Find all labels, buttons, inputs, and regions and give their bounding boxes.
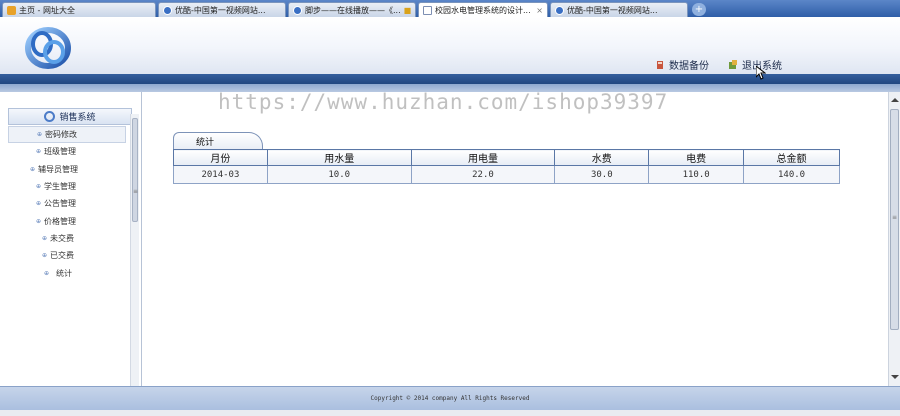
main-scrollbar[interactable]: ≡: [888, 92, 900, 386]
browser-tab-label: 主页 - 网址大全: [19, 5, 75, 15]
browser-tab-strip: 主页 - 网址大全 优酷-中国第一视频网站... 脚步——在线播放——《... …: [0, 0, 900, 17]
sidebar-item-label: 统计: [56, 268, 73, 278]
sidebar-item-price-management[interactable]: ⊕ 价格管理: [8, 212, 126, 229]
bullet-icon: ⊕: [36, 183, 42, 191]
watermark: https://www.huzhan.com/ishop39397: [218, 90, 669, 114]
column-header-month: 月份: [173, 149, 268, 166]
scroll-down-icon[interactable]: [891, 375, 899, 379]
sidebar-menu: ⊕ 密码修改 ⊕ 班级管理 ⊕ 辅导员管理 ⊕ 学生管理 ⊕ 公告管理 ⊕ 价格…: [8, 126, 126, 282]
sidebar-item-label: 辅导员管理: [38, 164, 79, 174]
video-icon: [293, 5, 302, 15]
new-tab-button[interactable]: +: [692, 3, 706, 16]
bullet-icon: ⊕: [37, 131, 43, 139]
bullet-icon: ⊕: [42, 252, 48, 260]
table-cell-electricity-usage: 22.0: [410, 165, 556, 184]
mouse-pointer-icon: [756, 66, 766, 80]
table-cell-total-amount: 140.0: [743, 165, 840, 184]
column-header-water-usage: 用水量: [266, 149, 412, 166]
table-cell-electricity-fee: 110.0: [648, 165, 745, 184]
home-icon: [7, 5, 16, 15]
table-cell-water-fee: 30.0: [554, 165, 650, 184]
sidebar-item-unpaid[interactable]: ⊕ 未交费: [8, 230, 126, 247]
tab-statistics-label: 统计: [196, 137, 215, 148]
close-tab-icon[interactable]: ×: [536, 6, 543, 15]
sidebar-title: 销售系统: [8, 108, 132, 125]
footer-copyright: Copyright © 2014 company All Rights Rese…: [370, 395, 530, 402]
sidebar-item-label: 已交费: [50, 251, 75, 261]
table-row: 2014-03 10.0 22.0 30.0 110.0 140.0: [173, 165, 840, 184]
browser-tab-home[interactable]: 主页 - 网址大全: [2, 2, 156, 17]
logout-button[interactable]: 退出系统: [728, 57, 782, 72]
database-icon: [657, 60, 663, 69]
search-icon: [44, 111, 56, 122]
sidebar-item-counselor-management[interactable]: ⊕ 辅导员管理: [8, 161, 126, 178]
browser-tab-current[interactable]: 校园水电管理系统的设计... ×: [418, 2, 548, 17]
grip-icon: ≡: [132, 188, 139, 195]
tab-statistics[interactable]: 统计: [173, 132, 263, 149]
browser-tab-label: 优酷-中国第一视频网站...: [175, 5, 266, 15]
sidebar-item-label: 班级管理: [44, 147, 77, 157]
bullet-icon: ⊕: [42, 234, 48, 242]
sidebar-item-label: 密码修改: [45, 130, 78, 140]
data-backup-label: 数据备份: [669, 61, 709, 72]
sidebar-item-paid[interactable]: ⊕ 已交费: [8, 247, 126, 264]
grip-icon: ≡: [891, 214, 898, 221]
sidebar-title-label: 销售系统: [59, 113, 96, 123]
sidebar: 销售系统 ⊕ 密码修改 ⊕ 班级管理 ⊕ 辅导员管理 ⊕ 学生管理 ⊕ 公告管理…: [0, 92, 142, 386]
browser-tab-label: 脚步——在线播放——《...: [305, 5, 401, 15]
bullet-icon: ⊕: [36, 148, 42, 156]
data-backup-button[interactable]: 数据备份: [655, 57, 709, 72]
column-header-water-fee: 水费: [554, 149, 650, 166]
video-icon: [555, 5, 564, 15]
sidebar-item-password-change[interactable]: ⊕ 密码修改: [8, 126, 126, 144]
bullet-icon: ⊕: [44, 269, 50, 277]
bullet-icon: ⊕: [36, 217, 42, 225]
sidebar-item-label: 未交费: [50, 233, 75, 243]
sidebar-item-notice-management[interactable]: ⊕ 公告管理: [8, 195, 126, 212]
bullet-icon: ⊕: [30, 165, 36, 173]
sidebar-scrollbar-thumb[interactable]: [132, 118, 138, 222]
table-header-row: 月份 用水量 用电量 水费 电费 总金额: [173, 149, 840, 166]
sidebar-item-statistics[interactable]: ⊕ 统计: [8, 264, 126, 281]
bullet-icon: ⊕: [36, 200, 42, 208]
sidebar-item-label: 价格管理: [44, 216, 77, 226]
folder-icon: ■: [403, 5, 412, 15]
sidebar-item-class-management[interactable]: ⊕ 班级管理: [8, 143, 126, 160]
main-content: 统计 月份 用水量 用电量 水费 电费 总金额 2014-03 10.0 22.…: [143, 92, 888, 386]
window-bottom-edge: [0, 410, 900, 416]
browser-tab-label: 优酷-中国第一视频网站...: [567, 5, 658, 15]
logo-icon: [25, 27, 71, 69]
statistics-table: 月份 用水量 用电量 水费 电费 总金额 2014-03 10.0 22.0 3…: [173, 149, 840, 184]
column-header-electricity-usage: 用电量: [410, 149, 556, 166]
browser-tab-label: 校园水电管理系统的设计...: [435, 5, 531, 15]
page-icon: [423, 5, 432, 15]
column-header-electricity-fee: 电费: [648, 149, 745, 166]
column-header-total-amount: 总金额: [743, 149, 840, 166]
table-cell-month: 2014-03: [173, 165, 268, 184]
sidebar-item-label: 学生管理: [44, 182, 77, 192]
browser-tab-jiaobu[interactable]: 脚步——在线播放——《... ■: [288, 2, 416, 17]
scroll-up-icon[interactable]: [891, 98, 899, 102]
browser-tab-youku[interactable]: 优酷-中国第一视频网站...: [158, 2, 286, 17]
sidebar-scrollbar[interactable]: ≡: [130, 114, 139, 386]
sidebar-item-student-management[interactable]: ⊕ 学生管理: [8, 178, 126, 195]
logout-icon: [729, 59, 737, 69]
browser-tab-youku-2[interactable]: 优酷-中国第一视频网站...: [550, 2, 688, 17]
table-cell-water-usage: 10.0: [266, 165, 412, 184]
video-icon: [163, 5, 172, 15]
footer: Copyright © 2014 company All Rights Rese…: [0, 386, 900, 410]
sidebar-item-label: 公告管理: [44, 199, 77, 209]
